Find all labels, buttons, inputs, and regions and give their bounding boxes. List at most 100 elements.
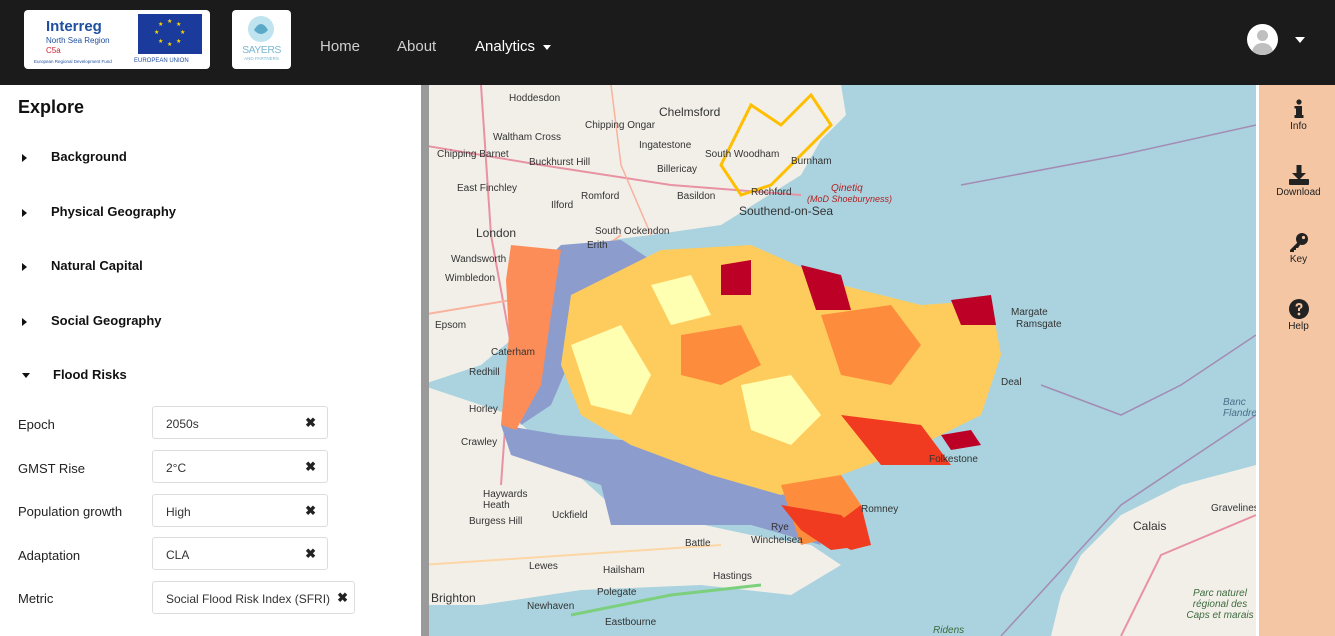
accordion-natural-capital[interactable]: Natural Capital bbox=[22, 258, 143, 273]
map-label: Ingatestone bbox=[639, 140, 692, 151]
map-label: Uckfield bbox=[552, 510, 588, 521]
help-label: Help bbox=[1288, 321, 1309, 332]
eu-logo-text: EUROPEAN UNION bbox=[134, 58, 189, 64]
map-label: Qinetiq bbox=[831, 183, 863, 194]
clear-icon[interactable]: ✖ bbox=[337, 590, 348, 606]
download-label: Download bbox=[1276, 187, 1321, 198]
map-label: South Ockendon bbox=[595, 226, 670, 237]
nav-analytics[interactable]: Analytics bbox=[475, 38, 552, 55]
help-button[interactable]: Help bbox=[1259, 299, 1335, 332]
info-label: Info bbox=[1290, 121, 1307, 132]
map-label: Romford bbox=[581, 191, 620, 202]
map-label: Newhaven bbox=[527, 601, 575, 612]
map-label: Gravelines bbox=[1211, 503, 1256, 514]
gmst-rise-select[interactable]: 2°C ✖ bbox=[152, 450, 328, 483]
top-navbar: Interreg North Sea Region C5a European R… bbox=[0, 0, 1335, 85]
accordion-flood-risks[interactable]: Flood Risks bbox=[22, 367, 127, 382]
key-button[interactable]: Key bbox=[1259, 232, 1335, 265]
clear-icon[interactable]: ✖ bbox=[305, 503, 316, 519]
adaptation-label: Adaptation bbox=[18, 548, 81, 563]
kent-highest bbox=[721, 260, 751, 295]
map-label: Erith bbox=[587, 240, 608, 251]
key-icon bbox=[1289, 233, 1308, 252]
map-label: Burgess Hill bbox=[469, 516, 523, 527]
map-label: Waltham Cross bbox=[493, 132, 561, 143]
panel-resize-handle[interactable] bbox=[421, 85, 429, 636]
clear-icon[interactable]: ✖ bbox=[305, 459, 316, 475]
flood-risk-map[interactable]: Hoddesdon Chelmsford Waltham Cross Chipp… bbox=[421, 85, 1256, 636]
map-label: Margate bbox=[1011, 307, 1048, 318]
map-label: Ilford bbox=[551, 200, 574, 211]
user-menu-chevron-down-icon[interactable] bbox=[1295, 37, 1305, 43]
interreg-logo-subtitle: North Sea Region bbox=[46, 36, 110, 45]
population-growth-value: High bbox=[166, 505, 191, 519]
accordion-social-geography[interactable]: Social Geography bbox=[22, 313, 162, 328]
map-label: Parc naturel régional des Caps et marais bbox=[1186, 588, 1254, 621]
download-button[interactable]: Download bbox=[1259, 165, 1335, 198]
map-label: Battle bbox=[685, 538, 711, 549]
map-label: Romney bbox=[861, 504, 899, 515]
key-label: Key bbox=[1289, 254, 1308, 265]
accordion-background[interactable]: Background bbox=[22, 149, 127, 164]
clear-icon[interactable]: ✖ bbox=[305, 546, 316, 562]
map-label: Folkestone bbox=[929, 454, 978, 465]
interreg-logo[interactable]: Interreg North Sea Region C5a European R… bbox=[24, 10, 210, 69]
map-label: Rochford bbox=[751, 187, 792, 198]
user-avatar[interactable] bbox=[1247, 24, 1278, 55]
map-label: Buckhurst Hill bbox=[529, 157, 591, 168]
chevron-right-icon bbox=[22, 208, 27, 217]
map-label: Chipping Ongar bbox=[585, 120, 656, 131]
sayers-logo[interactable]: SAYERS AND PARTNERS bbox=[232, 10, 291, 69]
map-label: Basildon bbox=[677, 191, 716, 202]
metric-select[interactable]: Social Flood Risk Index (SFRI) ✖ bbox=[152, 581, 355, 614]
map-label: Eastbourne bbox=[605, 617, 657, 628]
chevron-right-icon bbox=[22, 317, 27, 326]
map-label: Horley bbox=[469, 404, 498, 415]
nav-about[interactable]: About bbox=[397, 38, 436, 55]
metric-label: Metric bbox=[18, 591, 54, 606]
info-icon bbox=[1294, 99, 1303, 118]
epoch-select[interactable]: 2050s ✖ bbox=[152, 406, 328, 439]
interreg-logo-tag: C5a bbox=[46, 46, 61, 55]
map-label: Banc Flandre bbox=[1223, 397, 1256, 419]
map-label: Caterham bbox=[491, 347, 535, 358]
map-label: Winchelsea bbox=[751, 535, 803, 546]
accordion-label: Background bbox=[51, 149, 127, 164]
help-icon bbox=[1288, 299, 1309, 319]
map-label: Chipping Barnet bbox=[437, 149, 509, 160]
chevron-right-icon bbox=[22, 262, 27, 271]
metric-value: Social Flood Risk Index (SFRI) bbox=[166, 592, 331, 606]
adaptation-value: CLA bbox=[166, 548, 190, 562]
accordion-physical-geography[interactable]: Physical Geography bbox=[22, 204, 176, 219]
map-label: London bbox=[476, 226, 517, 240]
map-label: Redhill bbox=[469, 367, 500, 378]
map-label: Epsom bbox=[435, 320, 467, 331]
map-label: Crawley bbox=[461, 437, 498, 448]
chevron-right-icon bbox=[22, 153, 27, 162]
kent-highest bbox=[941, 430, 981, 450]
gmst-rise-value: 2°C bbox=[166, 461, 187, 475]
population-growth-select[interactable]: High ✖ bbox=[152, 494, 328, 527]
sayers-logo-title: SAYERS bbox=[242, 44, 281, 56]
map-label: South Woodham bbox=[705, 149, 780, 160]
population-growth-label: Population growth bbox=[18, 504, 123, 519]
sayers-logo-subtitle: AND PARTNERS bbox=[244, 56, 279, 61]
nav-home[interactable]: Home bbox=[320, 38, 360, 55]
map-label: Hailsham bbox=[603, 565, 645, 576]
map-label: Deal bbox=[1001, 377, 1022, 388]
interreg-logo-fund: European Regional Development Fund bbox=[34, 59, 112, 64]
map-label: Southend-on-Sea bbox=[739, 204, 834, 218]
adaptation-select[interactable]: CLA ✖ bbox=[152, 537, 328, 570]
map-label: Wimbledon bbox=[445, 273, 496, 284]
eu-flag-icon: ★ ★ ★ ★ ★ ★ ★ ★ bbox=[138, 14, 202, 54]
map-label: Polegate bbox=[597, 587, 637, 598]
map-label: Billericay bbox=[657, 164, 698, 175]
chevron-down-icon bbox=[543, 44, 552, 50]
map-label: Haywards Heath bbox=[483, 489, 528, 511]
map-label: Calais bbox=[1133, 519, 1167, 533]
info-button[interactable]: Info bbox=[1259, 99, 1335, 132]
map-label: East Finchley bbox=[457, 183, 518, 194]
nav-analytics-label: Analytics bbox=[475, 38, 536, 55]
epoch-label: Epoch bbox=[18, 417, 55, 432]
clear-icon[interactable]: ✖ bbox=[305, 415, 316, 431]
